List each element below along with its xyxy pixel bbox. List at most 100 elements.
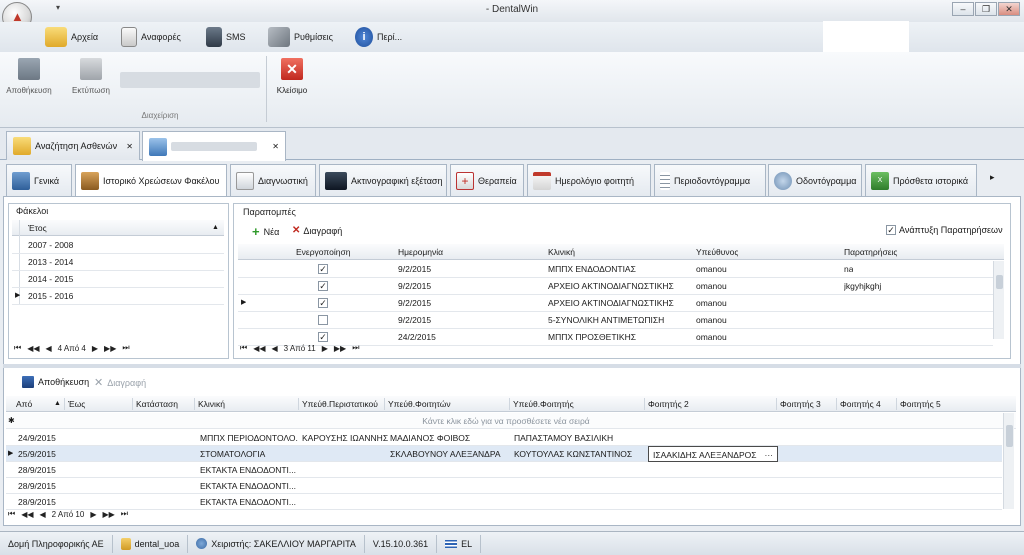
folder-row[interactable]: 2013 - 2014 <box>12 254 224 271</box>
scroll-thumb[interactable] <box>1006 425 1013 447</box>
tab-patient-search[interactable]: Αναζήτηση Ασθενών ✕ <box>6 131 140 160</box>
tab-odontogram[interactable]: Οδοντόγραμμα <box>768 164 862 196</box>
tab-patient-record[interactable]: ✕ <box>142 131 286 161</box>
ribbon-group-label: Διαχείριση <box>141 111 179 120</box>
tabs-scroll-right-icon[interactable]: ▸ <box>990 172 995 183</box>
menu-sms[interactable]: SMS <box>206 26 246 48</box>
referral-row[interactable]: ✓ 9/2/2015 ΑΡΧΕΙΟ ΑΚΤΙΝΟΔΙΑΓΝΩΣΤΙΚΗΣ omanou… <box>238 278 993 295</box>
column-divider <box>509 398 510 410</box>
new-row-placeholder[interactable]: ✱ Κάντε κλικ εδώ για να προσθέσετε νέα σ… <box>6 413 1016 429</box>
referrals-header[interactable]: Ενεργοποίηση Ημερομηνία Κλινική Υπεύθυνο… <box>238 244 1004 260</box>
ribbon-close-button[interactable]: ✕ Κλείσιμο <box>272 58 312 95</box>
tab-diagnostics[interactable]: Διαγνωστική <box>230 164 316 196</box>
billing-grid-header[interactable]: Από Έως Κατάσταση Κλινική Υπεύθ.Περιστατικού… <box>6 396 1016 412</box>
excel-file-icon: X <box>871 171 889 190</box>
referral-row[interactable]: ✓ 9/2/2015 ΜΠΠΧ ΕΝΔΟΔΟΝΤΙΑΣ omanou na <box>238 261 993 278</box>
first-page-icon[interactable]: ⏮ <box>14 343 21 353</box>
next-page-icon[interactable]: ▶▶ <box>102 510 114 519</box>
tab-additional-history[interactable]: X Πρόσθετα ιστορικά <box>865 164 977 196</box>
billing-grid-pager[interactable]: ⏮ ◀◀ ◀ 2 Από 10 ▶ ▶▶ ⏭ <box>8 509 128 519</box>
scroll-thumb[interactable] <box>996 275 1003 289</box>
close-window-button[interactable]: ✕ <box>998 2 1020 16</box>
active-checkbox[interactable] <box>318 315 328 325</box>
menu-settings[interactable]: Ρυθμίσεις <box>268 26 333 48</box>
prev-page-icon[interactable]: ◀◀ <box>21 510 33 519</box>
delete-referral-button[interactable]: ✕ Διαγραφή <box>292 225 342 236</box>
new-referral-button[interactable]: + Νέα <box>252 224 279 239</box>
floppy-disk-icon <box>18 58 40 80</box>
tab-treatment[interactable]: + Θεραπεία <box>450 164 524 196</box>
referral-row[interactable]: ▶ ✓ 9/2/2015 ΑΡΧΕΙΟ ΑΚΤΙΝΟΔΙΑΓΝΩΣΤΙΚΗΣ omano… <box>238 295 993 312</box>
tab-periodontogram[interactable]: Περιοδοντόγραμμα <box>654 164 766 196</box>
status-user: Χειριστής: ΣΑΚΕΛΛΙΟΥ ΜΑΡΓΑΡΙΤΑ <box>188 534 365 553</box>
folders-pager[interactable]: ⏮ ◀◀ ◀ 4 Από 4 ▶ ▶▶ ⏭ <box>14 343 130 353</box>
restore-button[interactable]: ❐ <box>975 2 997 16</box>
folder-row[interactable]: 2014 - 2015 <box>12 271 224 288</box>
prev-icon[interactable]: ◀ <box>40 510 46 519</box>
tab-billing-history[interactable]: Ιστορικό Χρεώσεων Φακέλου <box>75 164 227 196</box>
grey-x-icon: ✕ <box>94 377 104 389</box>
folder-row[interactable]: 2007 - 2008 <box>12 237 224 254</box>
prev-icon[interactable]: ◀ <box>272 344 278 353</box>
billing-row[interactable]: ▶ 25/9/2015 ΣΤΟΜΑΤΟΛΟΓΙΑ ΣΚΛΑΒΟΥΝΟΥ ΑΛΕΞΑΝΔ… <box>6 446 1002 462</box>
sort-up-icon: ▲ <box>212 224 219 231</box>
prev-icon[interactable]: ◀ <box>46 344 52 353</box>
tab-general[interactable]: Γενικά <box>6 164 72 196</box>
next-icon[interactable]: ▶ <box>92 344 98 353</box>
active-checkbox[interactable]: ✓ <box>318 332 328 342</box>
current-row-icon: ▶ <box>15 292 21 299</box>
sort-up-icon: ▲ <box>54 400 61 407</box>
first-page-icon[interactable]: ⏮ <box>8 509 15 519</box>
ribbon-print-button[interactable]: Εκτύπωση <box>66 58 116 95</box>
next-icon[interactable]: ▶ <box>90 510 96 519</box>
close-tab-icon[interactable]: ✕ <box>272 142 279 151</box>
blurred-field <box>120 72 260 88</box>
folder-icon <box>45 27 67 47</box>
chart-strip-icon <box>660 171 670 190</box>
next-icon[interactable]: ▶ <box>322 344 328 353</box>
last-page-icon[interactable]: ⏭ <box>352 343 359 353</box>
folders-header[interactable]: Έτος ▲ <box>12 220 224 236</box>
bottom-save-button[interactable]: Αποθήκευση <box>22 376 89 388</box>
active-checkbox[interactable]: ✓ <box>318 264 328 274</box>
referrals-pager[interactable]: ⏮ ◀◀ ◀ 3 Από 11 ▶ ▶▶ ⏭ <box>240 343 359 353</box>
status-language[interactable]: EL <box>437 534 482 553</box>
folders-title: Φάκελοι <box>16 206 49 216</box>
billing-row[interactable]: 28/9/2015 ΕΚΤΑΚΤΑ ΕΝΔΟΔΟΝΤΙ... <box>6 478 1002 494</box>
quick-access-dropdown-icon[interactable]: ▾ <box>56 3 60 12</box>
last-page-icon[interactable]: ⏭ <box>121 509 128 519</box>
tab-xray-exam[interactable]: Ακτινογραφική εξέταση <box>319 164 447 196</box>
status-version: V.15.10.0.361 <box>365 534 438 553</box>
billing-row[interactable]: 24/9/2015 ΜΠΠΧ ΠΕΡΙΟΔΟΝΤΟΛΟ... ΚΑΡΟΥΣΗΣ ΙΩ… <box>6 430 1002 446</box>
student2-editor[interactable]: ΙΣΑΑΚΙΔΗΣ ΑΛΕΞΑΝΔΡΟΣ ··· <box>648 446 778 462</box>
prev-page-icon[interactable]: ◀◀ <box>27 344 39 353</box>
billing-grid-scrollbar[interactable] <box>1003 413 1014 509</box>
report-icon <box>121 27 137 47</box>
referral-row[interactable]: 9/2/2015 5-ΣΥΝΟΛΙΚΗ ΑΝΤΙΜΕΤΩΠΙΣΗ omanou <box>238 312 993 329</box>
bottom-delete-button[interactable]: ✕ Διαγραφή <box>94 376 146 389</box>
column-divider <box>194 398 195 410</box>
billing-row[interactable]: 28/9/2015 ΕΚΤΑΚΤΑ ΕΝΔΟΔΟΝΤΙ... <box>6 494 1002 510</box>
folder-search-icon <box>13 137 31 155</box>
first-page-icon[interactable]: ⏮ <box>240 343 247 353</box>
panel-splitter[interactable] <box>3 364 1021 368</box>
ellipsis-button[interactable]: ··· <box>765 447 774 461</box>
tab-student-calendar[interactable]: Ημερολόγιο φοιτητή <box>527 164 651 196</box>
minimize-button[interactable]: ‒ <box>952 2 974 16</box>
menu-reports[interactable]: Αναφορές <box>121 26 181 48</box>
prev-page-icon[interactable]: ◀◀ <box>253 344 265 353</box>
next-page-icon[interactable]: ▶▶ <box>104 344 116 353</box>
billing-row[interactable]: 28/9/2015 ΕΚΤΑΚΤΑ ΕΝΔΟΔΟΝΤΙ... <box>6 462 1002 478</box>
menu-files[interactable]: Αρχεία <box>45 26 98 48</box>
last-page-icon[interactable]: ⏭ <box>122 343 129 353</box>
menu-about[interactable]: i Περί... <box>355 26 402 48</box>
next-page-icon[interactable]: ▶▶ <box>334 344 346 353</box>
active-checkbox[interactable]: ✓ <box>318 298 328 308</box>
folder-row[interactable]: ▶ 2015 - 2016 <box>12 288 224 305</box>
tooth-icon <box>774 171 792 190</box>
close-tab-icon[interactable]: ✕ <box>126 142 133 151</box>
expand-notes-checkbox[interactable]: ✓ Ανάπτυξη Παρατηρήσεων <box>886 225 1003 235</box>
active-checkbox[interactable]: ✓ <box>318 281 328 291</box>
referrals-scrollbar[interactable] <box>993 261 1004 339</box>
ribbon-save-button[interactable]: Αποθήκευση <box>4 58 54 95</box>
